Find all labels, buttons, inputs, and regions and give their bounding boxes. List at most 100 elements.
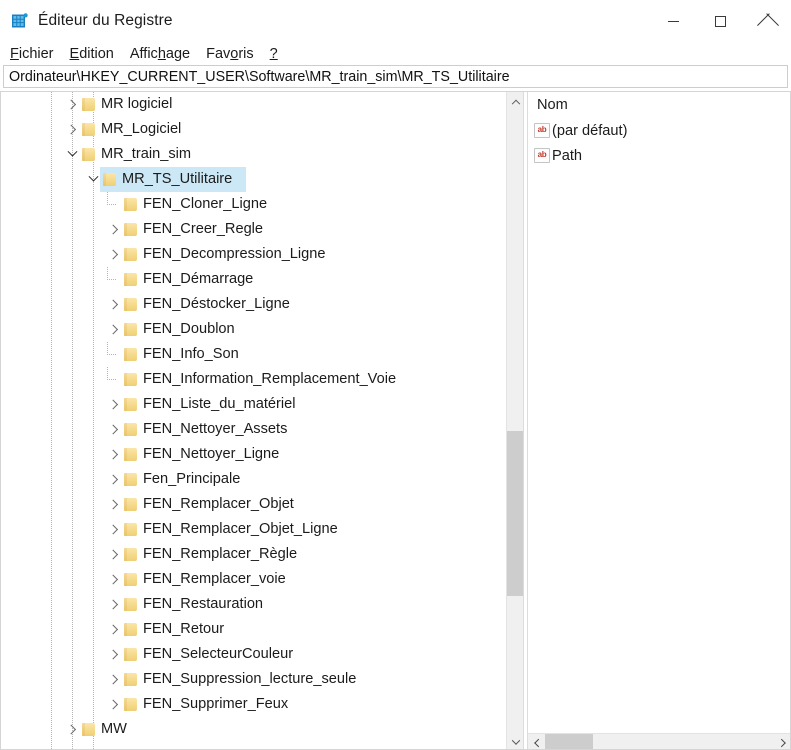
value-row[interactable]: ab Path xyxy=(528,143,791,168)
values-list[interactable]: ab (par défaut) ab Path xyxy=(528,118,791,733)
expander-closed[interactable] xyxy=(105,592,123,617)
tree-connector xyxy=(107,279,116,280)
expander-closed[interactable] xyxy=(63,117,81,142)
tree-item[interactable]: MR logiciel xyxy=(0,92,523,117)
chevron-right-icon xyxy=(107,499,118,510)
expander-closed[interactable] xyxy=(105,292,123,317)
expander-closed[interactable] xyxy=(105,392,123,417)
scroll-right-button[interactable] xyxy=(774,734,791,750)
scroll-up-button[interactable] xyxy=(507,92,523,109)
menu-item-[interactable]: ? xyxy=(270,46,287,62)
expander-closed[interactable] xyxy=(63,717,81,742)
tree-scrollbar-thumb[interactable] xyxy=(507,431,523,596)
scroll-down-button[interactable] xyxy=(507,733,523,750)
tree-item-label: MR_Logiciel xyxy=(101,121,182,137)
tree-item-label: FEN_Nettoyer_Assets xyxy=(143,421,288,437)
minimize-button[interactable] xyxy=(650,0,697,42)
tree-item[interactable]: MR_TS_Utilitaire xyxy=(0,167,523,192)
scroll-left-button[interactable] xyxy=(528,734,545,750)
menu-item-edition[interactable]: Edition xyxy=(70,46,123,62)
tree-item[interactable]: MR_Logiciel xyxy=(0,117,523,142)
expander-closed[interactable] xyxy=(105,617,123,642)
expander-closed[interactable] xyxy=(105,667,123,692)
values-horizontal-scrollbar[interactable] xyxy=(528,733,791,750)
folder-icon xyxy=(123,647,138,662)
expander-closed[interactable] xyxy=(105,317,123,342)
tree-item[interactable]: Fen_Principale xyxy=(0,467,523,492)
folder-icon xyxy=(123,622,138,637)
tree-item[interactable]: FEN_Déstocker_Ligne xyxy=(0,292,523,317)
tree-item[interactable]: FEN_Info_Son xyxy=(0,342,523,367)
tree-item[interactable]: MR_train_sim xyxy=(0,142,523,167)
expander-closed[interactable] xyxy=(105,567,123,592)
tree-item[interactable]: FEN_Démarrage xyxy=(0,267,523,292)
close-button[interactable] xyxy=(744,0,791,42)
tree-item[interactable]: FEN_Nettoyer_Ligne xyxy=(0,442,523,467)
expander-closed[interactable] xyxy=(105,492,123,517)
tree-vertical-scrollbar[interactable] xyxy=(506,92,523,750)
tree-item[interactable]: FEN_Remplacer_voie xyxy=(0,567,523,592)
values-scrollbar-thumb[interactable] xyxy=(545,734,593,750)
chevron-left-icon xyxy=(533,738,543,747)
tree-item[interactable] xyxy=(0,742,523,750)
expander-closed[interactable] xyxy=(105,642,123,667)
tree-item[interactable]: MW xyxy=(0,717,523,742)
expander-closed[interactable] xyxy=(105,542,123,567)
folder-icon xyxy=(123,547,138,562)
tree-item-label: FEN_Remplacer_Objet xyxy=(143,496,294,512)
tree-item[interactable]: FEN_Retour xyxy=(0,617,523,642)
expander-open[interactable] xyxy=(63,142,81,167)
tree-item[interactable]: FEN_Liste_du_matériel xyxy=(0,392,523,417)
tree-item[interactable]: FEN_Information_Remplacement_Voie xyxy=(0,367,523,392)
tree-item-label: FEN_Restauration xyxy=(143,596,264,612)
tree-item[interactable]: FEN_Decompression_Ligne xyxy=(0,242,523,267)
expander-closed[interactable] xyxy=(105,442,123,467)
chevron-right-icon xyxy=(107,324,118,335)
tree-item[interactable]: FEN_Remplacer_Règle xyxy=(0,542,523,567)
tree-item[interactable]: FEN_Remplacer_Objet xyxy=(0,492,523,517)
folder-icon xyxy=(123,447,138,462)
tree-connector xyxy=(107,267,108,280)
chevron-right-icon xyxy=(107,674,118,685)
tree-item[interactable]: FEN_Creer_Regle xyxy=(0,217,523,242)
expander-closed[interactable] xyxy=(105,517,123,542)
registry-tree[interactable]: MR logiciel MR_Logiciel MR_train_sim MR_TS_… xyxy=(0,92,523,750)
registry-editor-icon xyxy=(11,12,29,30)
maximize-button[interactable] xyxy=(697,0,744,42)
tree-connector xyxy=(107,367,108,380)
tree-item[interactable]: FEN_SelecteurCouleur xyxy=(0,642,523,667)
expander-closed[interactable] xyxy=(105,692,123,717)
tree-item[interactable]: FEN_Cloner_Ligne xyxy=(0,192,523,217)
tree-item[interactable]: FEN_Supprimer_Feux xyxy=(0,692,523,717)
folder-icon xyxy=(123,222,138,237)
expander-closed[interactable] xyxy=(105,217,123,242)
menu-item-favoris[interactable]: Favoris xyxy=(206,46,263,62)
folder-icon xyxy=(123,347,138,362)
chevron-right-icon xyxy=(107,549,118,560)
menu-item-affichage[interactable]: Affichage xyxy=(130,46,199,62)
expander-open[interactable] xyxy=(84,167,102,192)
tree-item[interactable]: FEN_Doublon xyxy=(0,317,523,342)
expander-closed[interactable] xyxy=(105,242,123,267)
tree-item-label: FEN_Suppression_lecture_seule xyxy=(143,671,357,687)
value-row[interactable]: ab (par défaut) xyxy=(528,118,791,143)
tree-connector xyxy=(107,192,108,205)
tree-item[interactable]: FEN_Remplacer_Objet_Ligne xyxy=(0,517,523,542)
tree-item[interactable]: FEN_Nettoyer_Assets xyxy=(0,417,523,442)
expander-closed[interactable] xyxy=(105,467,123,492)
menu-item-fichier[interactable]: Fichier xyxy=(10,46,63,62)
close-icon xyxy=(761,15,774,28)
address-bar[interactable]: Ordinateur\HKEY_CURRENT_USER\Software\MR… xyxy=(3,65,788,88)
folder-icon xyxy=(123,422,138,437)
expander-closed[interactable] xyxy=(63,92,81,117)
expander-closed[interactable] xyxy=(105,417,123,442)
values-column-header[interactable]: Nom xyxy=(528,92,791,118)
tree-item[interactable]: FEN_Restauration xyxy=(0,592,523,617)
address-bar-text: Ordinateur\HKEY_CURRENT_USER\Software\MR… xyxy=(9,68,510,85)
tree-connector xyxy=(107,204,116,205)
tree-item-label: FEN_Démarrage xyxy=(143,271,254,287)
tree-item-label: FEN_Supprimer_Feux xyxy=(143,696,289,712)
chevron-right-icon xyxy=(107,624,118,635)
minimize-icon xyxy=(668,20,679,22)
tree-item[interactable]: FEN_Suppression_lecture_seule xyxy=(0,667,523,692)
